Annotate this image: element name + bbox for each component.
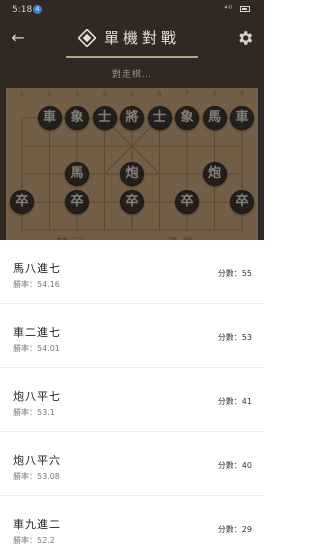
move-score: 分數：55	[217, 269, 252, 278]
move-item[interactable]: 馬八進七 勝率：54.16 分數：55	[0, 240, 264, 304]
game-header-area: 123456789 車象士將士象馬車馬炮炮卒卒卒卒卒 楚 河 漢 界 5:18 …	[0, 0, 264, 240]
status-bar: 5:18 4 ⁴ᴳ	[0, 0, 264, 20]
move-win-rate: 勝率：54.01	[13, 344, 60, 353]
move-suggestions-sheet: 馬八進七 勝率：54.16 分數：55 車二進七 勝率：54.01 分數：53 …	[0, 240, 264, 550]
move-score: 分數：29	[217, 525, 252, 534]
move-name: 炮八平七	[13, 390, 61, 403]
move-item[interactable]: 車九進二 勝率：52.2 分數：29	[0, 496, 264, 550]
battery-icon	[240, 5, 250, 12]
move-name: 馬八進七	[13, 262, 61, 275]
status-time: 5:18	[12, 5, 33, 15]
move-win-rate: 勝率：52.2	[13, 536, 55, 545]
move-score: 分數：41	[217, 397, 252, 406]
move-name: 車九進二	[13, 518, 61, 531]
move-item[interactable]: 炮八平七 勝率：53.1 分數：41	[0, 368, 264, 432]
notification-badge: 4	[33, 5, 42, 14]
diamond-logo-icon	[78, 29, 96, 47]
back-arrow-icon[interactable]: ←	[8, 28, 28, 48]
status-icons: ⁴ᴳ	[224, 4, 250, 13]
move-win-rate: 勝率：53.1	[13, 408, 55, 417]
move-item[interactable]: 車二進七 勝率：54.01 分數：53	[0, 304, 264, 368]
page-subtitle: 對走棋…	[111, 70, 152, 80]
page-title: 單機對戰	[104, 29, 181, 47]
title-underline	[66, 56, 198, 58]
move-name: 車二進七	[13, 326, 61, 339]
move-score: 分數：53	[217, 333, 252, 342]
move-win-rate: 勝率：53.08	[13, 472, 60, 481]
move-item[interactable]: 炮八平六 勝率：53.08 分數：40	[0, 432, 264, 496]
signal-icon: ⁴ᴳ	[224, 4, 234, 13]
gear-icon[interactable]	[236, 29, 254, 47]
move-name: 炮八平六	[13, 454, 61, 467]
move-win-rate: 勝率：54.16	[13, 280, 60, 289]
move-score: 分數：40	[217, 461, 252, 470]
